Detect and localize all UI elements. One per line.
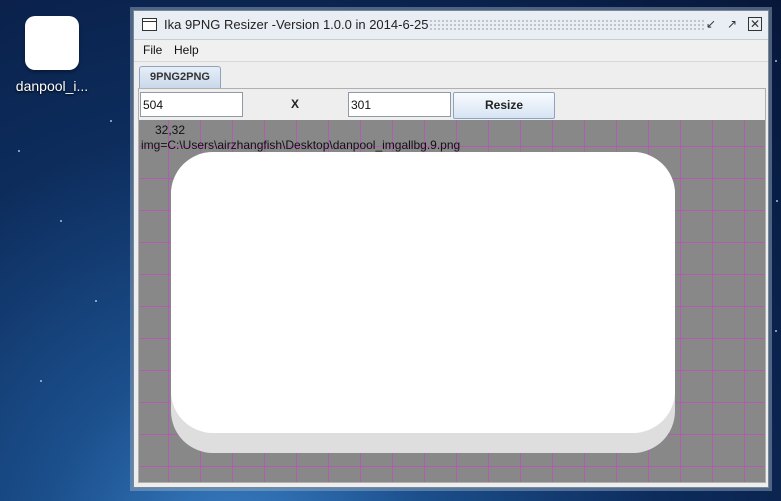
nine-patch-preview xyxy=(171,152,675,453)
height-input[interactable] xyxy=(348,92,451,117)
desktop-file-icon[interactable]: danpool_i... xyxy=(6,16,98,94)
minimize-icon[interactable]: ↙ xyxy=(704,17,718,31)
menu-help[interactable]: Help xyxy=(174,43,199,57)
width-input[interactable] xyxy=(140,92,243,117)
window-title: Ika 9PNG Resizer -Version 1.0.0 in 2014-… xyxy=(164,17,429,32)
insets-readout: 32,32 xyxy=(155,123,186,137)
menu-bar: File Help xyxy=(134,40,768,62)
tab-strip: 9PNG2PNG xyxy=(134,62,768,88)
title-bar[interactable]: Ika 9PNG Resizer -Version 1.0.0 in 2014-… xyxy=(134,11,768,40)
image-path-readout: img=C:\Users\airzhangfish\Desktop\danpoo… xyxy=(141,138,461,152)
close-icon[interactable]: ✕ xyxy=(748,17,762,31)
app-window: Ika 9PNG Resizer -Version 1.0.0 in 2014-… xyxy=(133,10,769,488)
app-window-icon xyxy=(142,18,157,31)
menu-file[interactable]: File xyxy=(143,43,162,57)
nine-patch-preview-face xyxy=(171,152,675,433)
maximize-icon[interactable]: ↗ xyxy=(725,17,739,31)
resize-button[interactable]: Resize xyxy=(453,92,555,119)
image-thumbnail-icon xyxy=(25,16,79,70)
dimension-separator: X xyxy=(291,97,300,111)
desktop-file-label: danpool_i... xyxy=(15,78,89,94)
preview-canvas[interactable]: 32,32 img=C:\Users\airzhangfish\Desktop\… xyxy=(139,120,765,482)
tab-9png2png[interactable]: 9PNG2PNG xyxy=(139,66,221,88)
title-bar-grip xyxy=(429,19,704,31)
tab-content-panel: X Resize 32,32 img=C:\Users\airzhangfish… xyxy=(138,88,766,483)
